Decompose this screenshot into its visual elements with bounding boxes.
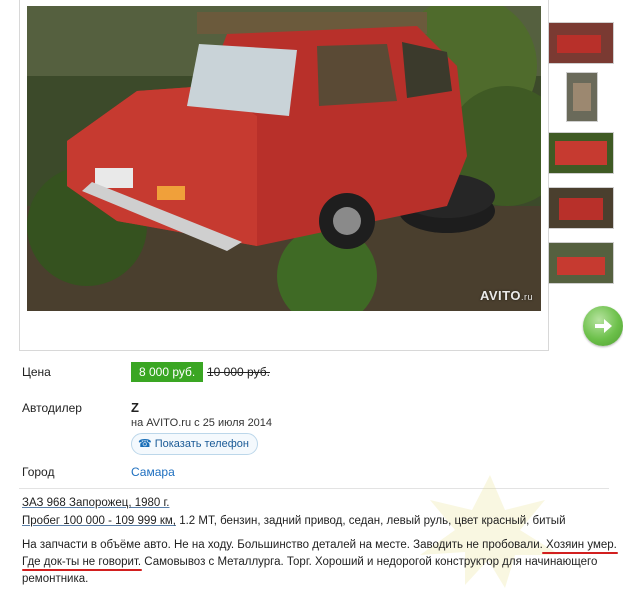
description-line-3: ремонтника. bbox=[22, 573, 89, 585]
mileage-text: Пробег 100 000 - 109 999 км, bbox=[22, 515, 176, 527]
city-label: Город bbox=[22, 465, 55, 479]
arrow-right-icon bbox=[595, 319, 612, 333]
dealer-name: Z bbox=[131, 400, 139, 415]
show-phone-button[interactable]: ☎ Показать телефон bbox=[131, 433, 258, 455]
faded-watermark-logo bbox=[420, 475, 560, 588]
show-phone-label: Показать телефон bbox=[154, 438, 249, 450]
thumbnail-3[interactable] bbox=[548, 132, 614, 174]
price-badge: 8 000 руб. bbox=[131, 362, 204, 382]
thumbnail-5[interactable] bbox=[548, 242, 614, 284]
dealer-label: Автодилер bbox=[22, 401, 82, 415]
main-photo[interactable]: AVITO.ru bbox=[27, 6, 541, 311]
annotation-underline-2 bbox=[22, 569, 142, 571]
car-photo-illustration bbox=[27, 6, 541, 311]
price-label: Цена bbox=[22, 365, 51, 379]
annotation-underline-1 bbox=[542, 552, 618, 554]
description-line-2: Где док-ты не говорит. Самовывоз с Метал… bbox=[22, 556, 598, 568]
city-link[interactable]: Самара bbox=[131, 465, 175, 479]
dealer-since: на AVITO.ru с 25 июля 2014 bbox=[131, 417, 273, 429]
specs-text: 1.2 MT, бензин, задний привод, седан, ле… bbox=[176, 515, 566, 527]
description-line-1: На запчасти в объёме авто. Не на ходу. Б… bbox=[22, 539, 617, 551]
avito-watermark: AVITO.ru bbox=[479, 288, 533, 303]
old-price: 10 000 руб. bbox=[207, 365, 270, 379]
thumbnail-4[interactable] bbox=[548, 187, 614, 229]
thumbnail-1[interactable] bbox=[548, 22, 614, 64]
photo-gallery: AVITO.ru bbox=[19, 0, 549, 351]
description-specs: Пробег 100 000 - 109 999 км, 1.2 MT, бен… bbox=[22, 515, 566, 527]
description-title: ЗАЗ 968 Запорожец, 1980 г. bbox=[22, 497, 170, 509]
next-photo-button[interactable] bbox=[583, 306, 623, 346]
thumbnail-2[interactable] bbox=[566, 72, 598, 122]
phone-icon: ☎ bbox=[138, 438, 152, 450]
